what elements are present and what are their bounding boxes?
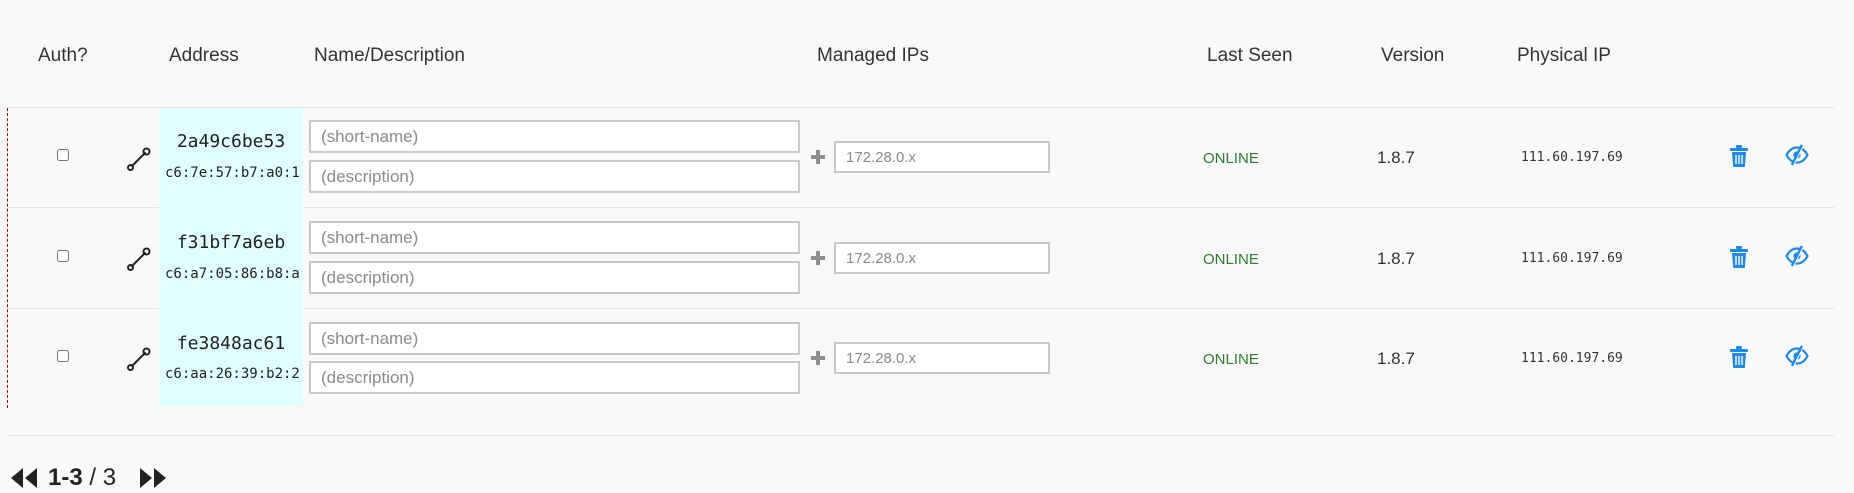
header-last-seen: Last Seen <box>1207 45 1293 66</box>
managed-ip-input[interactable] <box>834 242 1050 274</box>
status-online: ONLINE <box>1203 251 1259 268</box>
description-input[interactable] <box>309 261 800 294</box>
node-id: 2a49c6be53 <box>176 131 286 152</box>
status-online: ONLINE <box>1203 351 1259 368</box>
short-name-input[interactable] <box>309 221 800 254</box>
physical-ip-value: 111.60.197.69 <box>1521 351 1623 366</box>
managed-ip-input[interactable] <box>834 342 1050 374</box>
trash-icon[interactable] <box>1729 144 1749 168</box>
wrench-icon[interactable] <box>126 146 152 172</box>
node-id: fe3848ac61 <box>176 333 286 354</box>
unauthorized-marker <box>7 108 8 408</box>
short-name-input[interactable] <box>309 120 800 153</box>
header-address: Address <box>169 45 239 66</box>
version-value: 1.8.7 <box>1377 349 1415 368</box>
auth-checkbox[interactable] <box>57 350 69 362</box>
table-footer-divider <box>8 435 1834 436</box>
double-chevron-left-icon[interactable] <box>10 466 38 490</box>
description-input[interactable] <box>309 160 800 193</box>
address-column-highlight <box>159 108 303 406</box>
wrench-icon[interactable] <box>126 346 152 372</box>
mac-address: c6:a7:05:86:b8:a <box>165 266 300 282</box>
header-name-description: Name/Description <box>314 45 465 66</box>
auth-checkbox[interactable] <box>57 250 69 262</box>
eye-slash-icon[interactable] <box>1785 344 1809 368</box>
version-value: 1.8.7 <box>1377 148 1415 167</box>
managed-ip-input[interactable] <box>834 141 1050 173</box>
status-online: ONLINE <box>1203 150 1259 167</box>
pagination-total: 3 <box>102 464 117 491</box>
pagination-label: 1-3 / 3 <box>48 464 116 492</box>
plus-icon[interactable] <box>810 350 826 366</box>
trash-icon[interactable] <box>1729 345 1749 369</box>
members-panel: Auth? Address Name/Description Managed I… <box>0 0 1854 493</box>
header-auth: Auth? <box>38 45 88 66</box>
short-name-input[interactable] <box>309 322 800 355</box>
header-managed-ips: Managed IPs <box>817 45 929 66</box>
mac-address: c6:aa:26:39:b2:2 <box>165 366 300 382</box>
physical-ip-value: 111.60.197.69 <box>1521 251 1623 266</box>
mac-address: c6:7e:57:b7:a0:1 <box>165 165 300 181</box>
pagination-range: 1-3 <box>48 464 83 491</box>
double-chevron-right-icon[interactable] <box>139 466 167 490</box>
physical-ip-value: 111.60.197.69 <box>1521 150 1623 165</box>
trash-icon[interactable] <box>1729 245 1749 269</box>
eye-slash-icon[interactable] <box>1785 143 1809 167</box>
eye-slash-icon[interactable] <box>1785 244 1809 268</box>
version-value: 1.8.7 <box>1377 249 1415 268</box>
header-version: Version <box>1381 45 1445 66</box>
auth-checkbox[interactable] <box>57 149 69 161</box>
node-id: f31bf7a6eb <box>176 232 286 253</box>
header-physical-ip: Physical IP <box>1517 45 1611 66</box>
wrench-icon[interactable] <box>126 246 152 272</box>
description-input[interactable] <box>309 361 800 394</box>
plus-icon[interactable] <box>810 250 826 266</box>
plus-icon[interactable] <box>810 149 826 165</box>
pagination-separator: / <box>82 464 103 491</box>
